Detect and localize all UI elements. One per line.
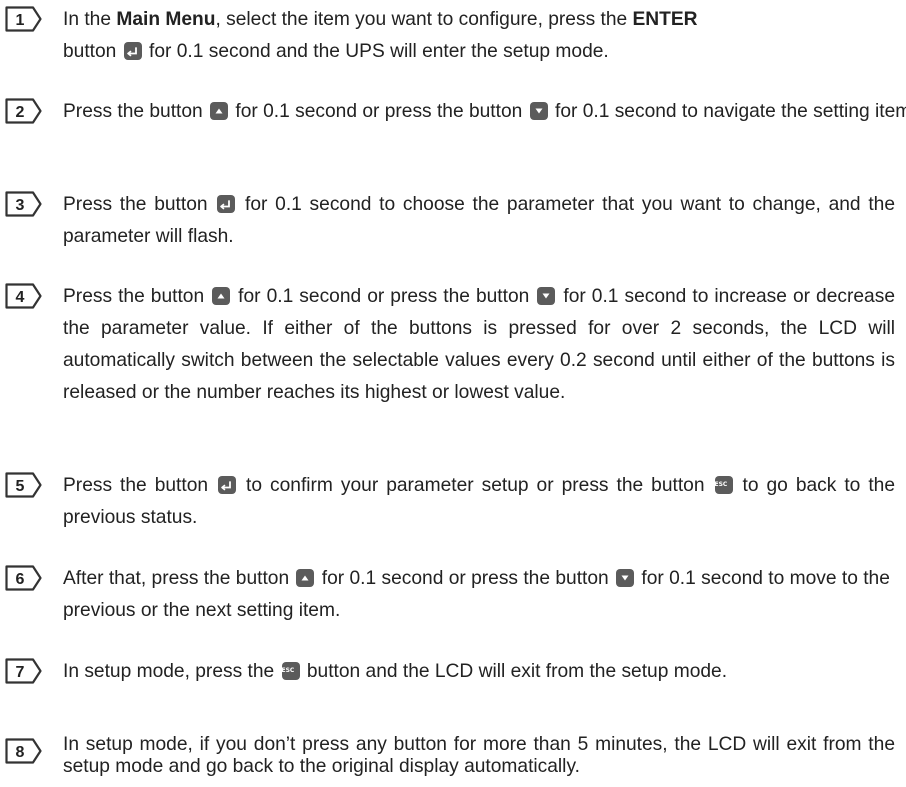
text-segment: for 0.1 second or press the button bbox=[316, 568, 615, 589]
step-number: 2 bbox=[16, 104, 25, 121]
step-number-badge: 1 bbox=[5, 6, 43, 32]
esc-label: ESC bbox=[714, 481, 728, 488]
text-segment: for 0.1 second to navigate the setting i… bbox=[549, 101, 906, 122]
step-number: 4 bbox=[16, 289, 25, 306]
setup-instructions: 1 In the Main Menu, select the item you … bbox=[0, 0, 906, 787]
text-segment: In the bbox=[63, 9, 117, 30]
down-arrow-icon bbox=[529, 102, 548, 120]
step-number: 1 bbox=[16, 12, 25, 29]
text-segment: Press the button bbox=[63, 101, 209, 122]
step-text: Press the button for 0.1 second or press… bbox=[63, 96, 906, 128]
text-segment: button bbox=[63, 41, 117, 62]
text-segment: After that, press the button bbox=[63, 568, 295, 589]
text-segment: , select the item you want to configure,… bbox=[215, 9, 633, 30]
esc-icon: ESC bbox=[714, 476, 733, 494]
main-menu-label: Main Menu bbox=[116, 9, 216, 30]
text-segment: In setup mode, press the bbox=[63, 661, 280, 682]
enter-icon bbox=[123, 42, 142, 60]
step-number-badge: 7 bbox=[5, 658, 43, 684]
text-segment: for 0.1 second or press the button bbox=[232, 286, 536, 307]
esc-icon: ESC bbox=[281, 662, 300, 680]
text-segment: Press the button bbox=[63, 286, 211, 307]
text-segment: for 0.1 second and the UPS will enter th… bbox=[143, 41, 609, 62]
step-number: 8 bbox=[16, 744, 25, 761]
esc-label: ESC bbox=[281, 667, 295, 674]
text-segment: for 0.1 second or press the button bbox=[230, 101, 528, 122]
enter-icon bbox=[218, 476, 237, 494]
up-arrow-icon bbox=[212, 287, 231, 305]
step-number-badge: 2 bbox=[5, 98, 43, 124]
step-text: After that, press the button for 0.1 sec… bbox=[63, 563, 895, 627]
up-arrow-icon bbox=[210, 102, 229, 120]
text-segment: Press the button bbox=[63, 475, 217, 496]
down-arrow-icon bbox=[616, 569, 635, 587]
up-arrow-icon bbox=[296, 569, 315, 587]
step-number-badge: 6 bbox=[5, 565, 43, 591]
enter-icon bbox=[217, 195, 236, 213]
step-number-badge: 8 bbox=[5, 738, 43, 764]
text-segment: Press the button bbox=[63, 194, 216, 215]
step-text: Press the button for 0.1 second to choos… bbox=[63, 189, 895, 253]
step-text: Press the button for 0.1 second or press… bbox=[63, 281, 895, 409]
step-number: 3 bbox=[16, 197, 25, 214]
enter-label: ENTER bbox=[632, 9, 698, 30]
step-number: 7 bbox=[16, 664, 25, 681]
text-segment: button and the LCD will exit from the se… bbox=[301, 661, 728, 682]
step-text: In setup mode, if you don’t press any bu… bbox=[63, 734, 895, 778]
step-text: In the Main Menu, select the item you wa… bbox=[63, 4, 895, 68]
text-segment: to confirm your parameter setup or press… bbox=[238, 475, 713, 496]
step-number-badge: 5 bbox=[5, 472, 43, 498]
down-arrow-icon bbox=[537, 287, 556, 305]
step-text: In setup mode, press the ESC button and … bbox=[63, 656, 895, 688]
step-number-badge: 3 bbox=[5, 191, 43, 217]
step-text: Press the button to confirm your paramet… bbox=[63, 470, 895, 534]
text-segment: In setup mode, if you don’t press any bu… bbox=[63, 734, 895, 777]
step-number-badge: 4 bbox=[5, 283, 43, 309]
step-number: 6 bbox=[16, 571, 25, 588]
step-number: 5 bbox=[16, 478, 25, 495]
